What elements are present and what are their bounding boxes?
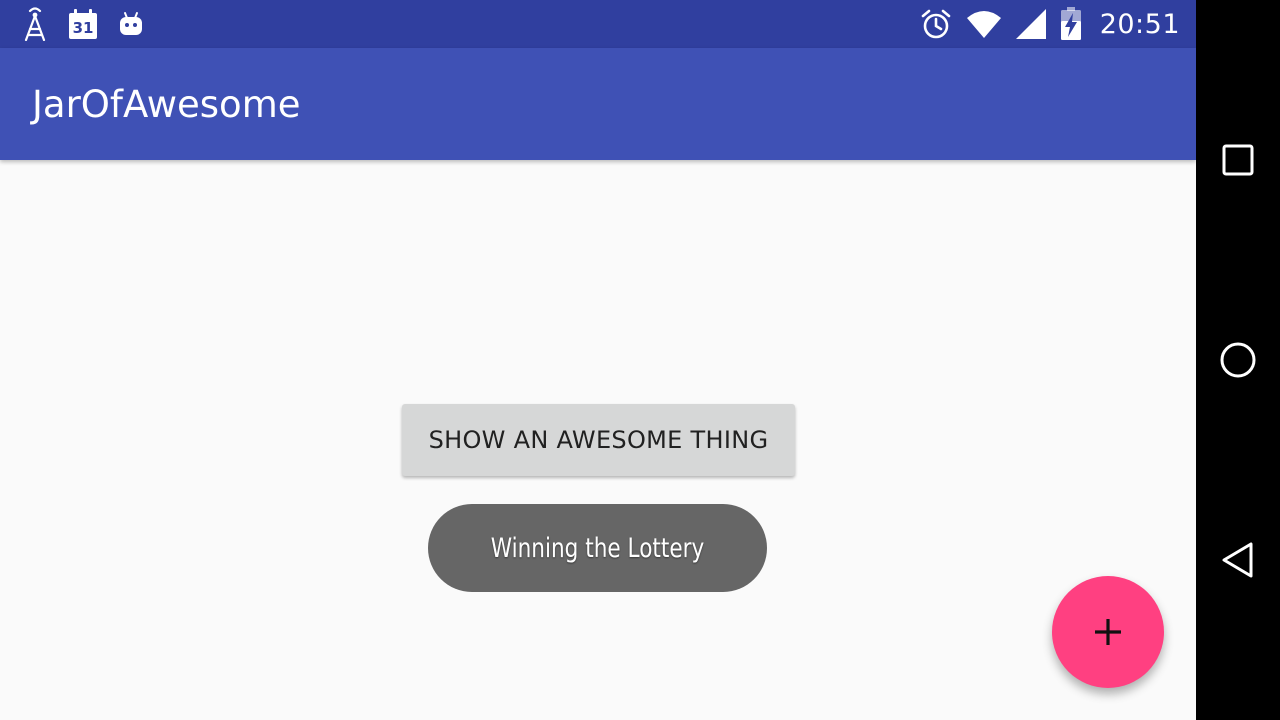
app-toolbar: JarOfAwesome: [0, 48, 1196, 160]
status-bar: 31 20:51: [0, 0, 1196, 48]
show-awesome-thing-button[interactable]: SHOW AN AWESOME THING: [402, 404, 795, 476]
alarm-clock-icon: [920, 8, 952, 40]
plus-icon: [1092, 616, 1124, 648]
app-screen: 31 20:51 JarOfAwesome SHOW AN AWESOME TH…: [0, 0, 1196, 720]
back-triangle-icon: [1221, 541, 1255, 579]
recents-square-icon: [1221, 143, 1255, 177]
toast-message: Winning the Lottery: [428, 504, 767, 592]
signal-tower-icon: [22, 7, 48, 41]
calendar-icon: 31: [68, 8, 98, 40]
back-button[interactable]: [1213, 535, 1263, 585]
battery-charging-icon: [1060, 7, 1082, 41]
cell-signal-icon: [1015, 9, 1046, 39]
home-circle-icon: [1219, 341, 1257, 379]
calendar-day: 31: [72, 19, 94, 37]
toast-text: Winning the Lottery: [490, 532, 705, 564]
status-notification-icons: 31: [22, 6, 144, 42]
app-title: JarOfAwesome: [32, 83, 301, 126]
wifi-icon: [966, 10, 1002, 38]
navigation-bar: [1196, 0, 1280, 720]
status-clock: 20:51: [1099, 8, 1180, 40]
android-icon: [118, 10, 144, 38]
status-system-icons: 20:51: [920, 6, 1180, 42]
add-fab-button[interactable]: [1052, 576, 1164, 688]
recents-button[interactable]: [1213, 135, 1263, 185]
home-button[interactable]: [1213, 335, 1263, 385]
